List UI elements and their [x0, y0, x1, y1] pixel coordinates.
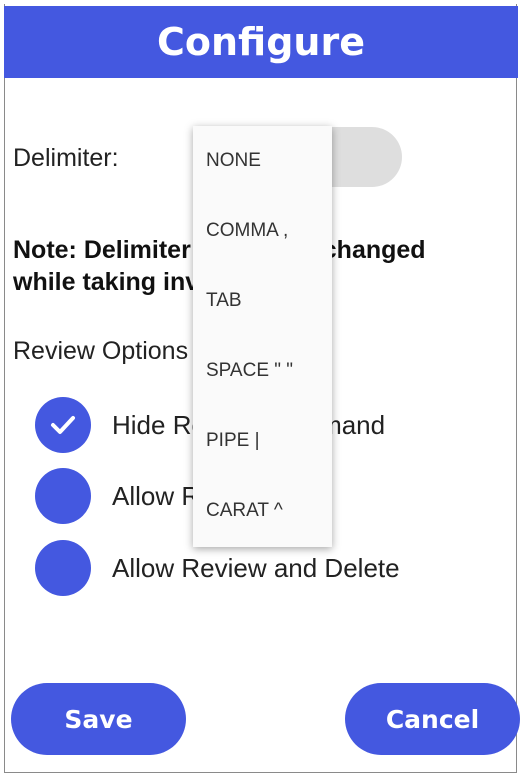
review-option-allow-review-and-delete[interactable]: Allow Review and Delete	[35, 538, 495, 598]
menu-item-carat[interactable]: CARAT ^	[193, 476, 332, 546]
menu-item-pipe[interactable]: PIPE |	[193, 406, 332, 476]
radio-unchecked[interactable]	[35, 468, 91, 524]
delimiter-label: Delimiter:	[13, 144, 119, 172]
check-icon	[51, 416, 75, 434]
radio-unchecked[interactable]	[35, 540, 91, 596]
save-button[interactable]: Save	[11, 683, 186, 755]
menu-item-tab[interactable]: TAB	[193, 266, 332, 336]
cancel-button[interactable]: Cancel	[345, 683, 520, 755]
app-bar: Configure	[4, 6, 518, 78]
page-title: Configure	[157, 20, 365, 64]
review-options-heading: Review Options	[13, 337, 189, 365]
save-button-label: Save	[64, 704, 133, 734]
menu-item-comma[interactable]: COMMA ,	[193, 196, 332, 266]
option-label: Allow Review and Delete	[112, 552, 400, 583]
delimiter-dropdown-menu: NONE COMMA , TAB SPACE " " PIPE | CARAT …	[193, 126, 332, 547]
menu-item-none[interactable]: NONE	[193, 126, 332, 196]
menu-item-space[interactable]: SPACE " "	[193, 336, 332, 406]
radio-checked[interactable]	[35, 397, 91, 453]
cancel-button-label: Cancel	[385, 704, 480, 734]
